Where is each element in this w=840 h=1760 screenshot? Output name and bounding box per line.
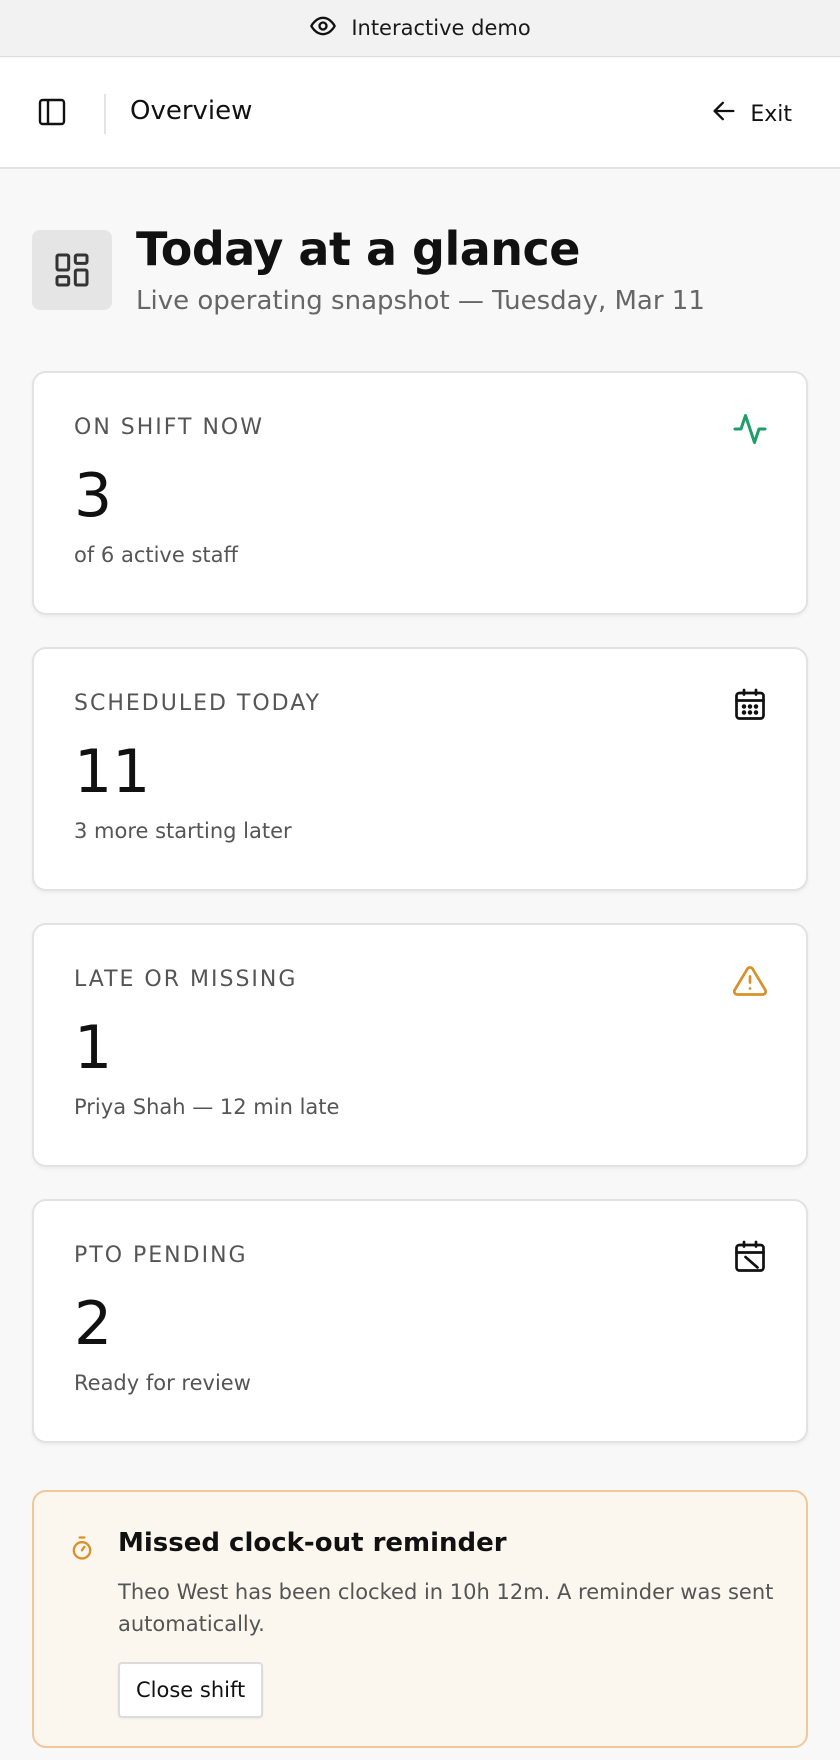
stat-card-label: SCHEDULED TODAY — [74, 691, 321, 716]
sidebar-toggle-icon — [36, 96, 68, 132]
stat-card-pto-pending: PTO PENDING 2 Ready for review — [32, 1199, 808, 1443]
page-section-title: Overview — [130, 96, 253, 126]
exit-button[interactable]: Exit — [710, 94, 792, 134]
stat-card-label: PTO PENDING — [74, 1243, 248, 1268]
activity-icon — [732, 411, 768, 447]
demo-banner: Interactive demo — [0, 0, 840, 57]
stat-card-note: of 6 active staff — [74, 543, 238, 567]
exit-button-label: Exit — [750, 101, 792, 127]
arrow-left-icon — [710, 97, 738, 131]
stat-card-label: LATE OR MISSING — [74, 967, 298, 992]
sidebar-toggle-button[interactable] — [32, 94, 72, 134]
calendar-off-icon — [732, 1239, 768, 1275]
stat-card-label: ON SHIFT NOW — [74, 415, 264, 440]
stat-card-value: 1 — [74, 1013, 113, 1083]
top-bar: Overview Exit — [0, 58, 840, 169]
page-title: Today at a glance — [136, 222, 580, 276]
missed-clock-out-alert: Missed clock-out reminder Theo West has … — [32, 1490, 808, 1748]
stat-card-value: 3 — [74, 461, 113, 531]
alert-title: Missed clock-out reminder — [118, 1528, 507, 1558]
eye-icon — [309, 12, 337, 45]
warning-icon — [732, 963, 768, 999]
page-subtitle: Live operating snapshot — Tuesday, Mar 1… — [136, 286, 705, 316]
stat-card-scheduled: SCHEDULED TODAY 11 3 more starting later — [32, 647, 808, 891]
timer-icon — [68, 1534, 96, 1562]
stat-card-note: 3 more starting later — [74, 819, 292, 843]
stat-card-on-shift: ON SHIFT NOW 3 of 6 active staff — [32, 371, 808, 615]
alert-body: Theo West has been clocked in 10h 12m. A… — [118, 1580, 774, 1636]
calendar-icon — [732, 687, 768, 723]
stat-card-value: 2 — [74, 1289, 113, 1359]
stat-card-value: 11 — [74, 737, 151, 807]
stat-card-note: Priya Shah — 12 min late — [74, 1095, 340, 1119]
stat-card-note: Ready for review — [74, 1371, 251, 1395]
demo-banner-label: Interactive demo — [351, 16, 531, 40]
dashboard-grid-icon — [32, 230, 112, 310]
top-bar-divider — [104, 94, 106, 134]
stat-card-late-missing: LATE OR MISSING 1 Priya Shah — 12 min la… — [32, 923, 808, 1167]
close-shift-button[interactable]: Close shift — [118, 1662, 264, 1718]
